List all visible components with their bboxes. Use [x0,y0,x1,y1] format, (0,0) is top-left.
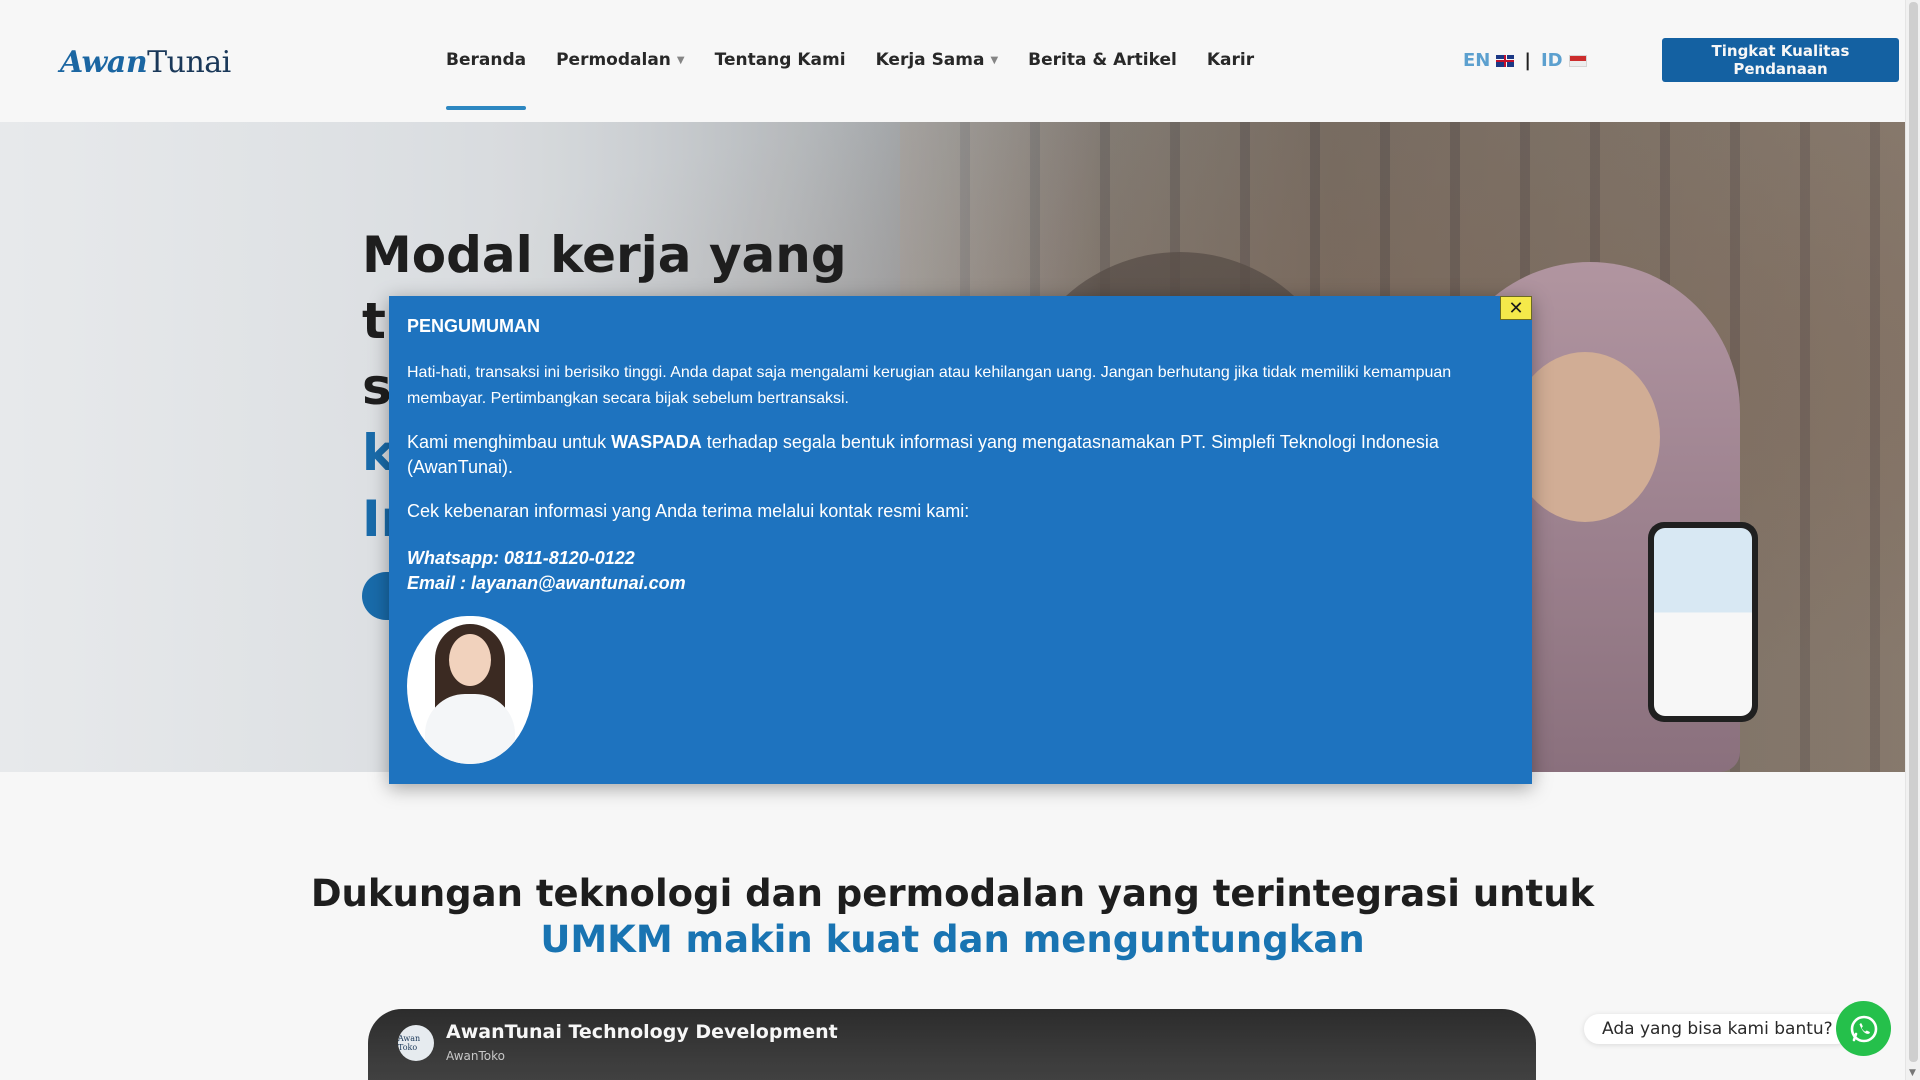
page-scrollbar[interactable]: ▼ [1905,0,1920,1080]
official-contacts: Whatsapp: 0811-8120-0122 Email : layanan… [407,546,686,596]
scrollbar-thumb[interactable] [1909,2,1918,1062]
whatsapp-help-label[interactable]: Ada yang bisa kami bantu? [1584,1014,1851,1044]
beware-notice: Kami menghimbau untuk WASPADA terhadap s… [407,432,1439,477]
whatsapp-icon [1850,1015,1877,1042]
email-contact: Email : layanan@awantunai.com [407,573,686,593]
modal-heading: PENGUMUMAN [407,316,540,336]
whatsapp-contact: Whatsapp: 0811-8120-0122 [407,548,635,568]
verify-info-text: Cek kebenaran informasi yang Anda terima… [407,501,970,521]
customer-service-avatar [407,616,533,764]
scroll-down-arrow-icon[interactable]: ▼ [1909,1068,1916,1078]
whatsapp-chat-button[interactable] [1836,1001,1891,1056]
close-icon[interactable]: ✕ [1500,296,1532,320]
announcement-modal: ✕ PENGUMUMAN Hati-hati, transaksi ini be… [389,296,1532,784]
risk-warning-text: Hati-hati, transaksi ini berisiko tinggi… [407,364,1452,407]
